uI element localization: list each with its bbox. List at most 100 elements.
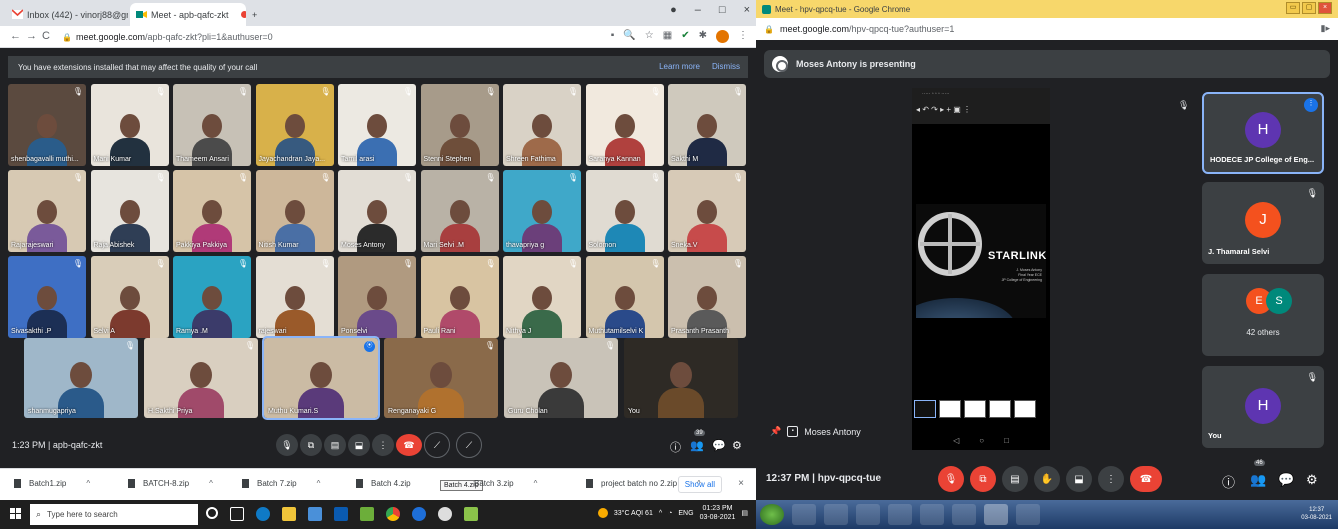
chrome-active-icon[interactable] [984, 504, 1008, 525]
participant-tile[interactable]: 🎙 Rajarajeswari [8, 170, 86, 252]
download-item[interactable]: Batch1.zip ^ [14, 479, 90, 488]
participant-tile[interactable]: 🎙 Nitish Kumar [255, 170, 334, 252]
task-view-icon[interactable] [230, 507, 244, 521]
ie-icon[interactable] [792, 504, 816, 525]
mic-button[interactable]: 🎙 [276, 434, 298, 456]
slide-thumbnail[interactable] [939, 400, 961, 418]
url-field[interactable]: 🔒 meet.google.com /apb-qafc-zkt?pli=1&au… [62, 29, 622, 45]
profile-avatar[interactable] [716, 30, 729, 43]
participant-tile[interactable]: 🎙 thavapriya g [503, 170, 581, 252]
captions-button[interactable]: ▤ [1002, 466, 1028, 492]
participant-tile[interactable]: 🎙 Raja Abishek [90, 170, 169, 252]
store-icon[interactable] [308, 507, 322, 521]
wifi-icon[interactable]: ◔ [668, 510, 672, 517]
participant-tile[interactable]: ⋮ H HODECE JP College of Eng... [1202, 92, 1324, 174]
windows-start-icon[interactable] [10, 508, 22, 520]
participant-tile[interactable]: 🎙 Solomon [585, 170, 664, 252]
participant-tile[interactable]: 🎙 shanmugapriya [24, 338, 138, 418]
participant-tile[interactable]: 🎙 Muthutamilselvi K [585, 256, 664, 338]
tab-meet[interactable]: Meet - apb-qafc-zkt × [130, 3, 246, 26]
recents-square-icon[interactable]: □ [1004, 436, 1009, 445]
download-item[interactable]: BATCH-8.zip ^ [128, 479, 213, 488]
more-options-icon[interactable]: ⋮ [1304, 98, 1318, 112]
settings-gear-icon[interactable] [438, 507, 452, 521]
camera-icon[interactable]: ▪ [611, 30, 615, 43]
self-tile[interactable]: 🎙 H You [1202, 366, 1324, 448]
camera-off-button[interactable]: ⧉ [970, 466, 996, 492]
camera-icon[interactable]: ▮▸ [1321, 23, 1330, 34]
participant-tile[interactable]: 🎙 Stenni Stephen [420, 84, 499, 166]
taskbar-search[interactable]: ⌕ Type here to search [30, 504, 198, 525]
raise-hand-button[interactable]: ✋ [1034, 466, 1060, 492]
activities-icon[interactable]: ⚙ [732, 439, 742, 452]
present-button[interactable]: ⬓ [348, 434, 370, 456]
chat-icon[interactable]: 💬 [712, 439, 726, 452]
extension-button-1[interactable]: ⟋ [424, 432, 450, 458]
edge-icon[interactable] [256, 507, 270, 521]
show-all-button[interactable]: Show all [677, 476, 722, 493]
firefox-icon[interactable] [824, 504, 848, 525]
slide-thumbnail[interactable] [1014, 400, 1036, 418]
back-button[interactable]: ← [10, 30, 21, 42]
maximize-button[interactable]: □ [719, 4, 726, 16]
maximize-button[interactable]: ▢ [1302, 2, 1316, 14]
chrome-icon[interactable] [386, 507, 400, 521]
people-icon[interactable]: 👥 [1250, 472, 1266, 488]
info-icon[interactable]: ⓘ [670, 439, 681, 455]
camera-button[interactable]: ⧉ [300, 434, 322, 456]
participant-tile[interactable]: 🎙 Ponselvi [338, 256, 416, 338]
tool-icon[interactable] [1016, 504, 1040, 525]
close-icon[interactable]: × [738, 478, 744, 489]
participant-tile[interactable]: 🎙 Tamil arasi [338, 84, 416, 166]
document-icon[interactable] [952, 504, 976, 525]
windows-start-icon[interactable] [760, 504, 784, 525]
people-icon[interactable]: 👥 [690, 439, 704, 452]
slide-thumbnail[interactable] [914, 400, 936, 418]
info-icon[interactable]: ⓘ [1222, 472, 1235, 491]
clock[interactable]: 01:23 PM 03-08-2021 [700, 504, 736, 522]
close-window-button[interactable]: × [1318, 2, 1332, 14]
tab-gmail[interactable]: Inbox (442) - vinorj88@gmail.co × [6, 3, 128, 26]
extension-button-2[interactable]: ⟋ [456, 432, 482, 458]
grid-extension-icon[interactable]: ▦ [663, 30, 672, 43]
captions-button[interactable]: ▤ [324, 434, 346, 456]
chevron-up-icon[interactable]: ^ [209, 479, 213, 488]
participant-tile[interactable]: 🎙 Sivasakthi .P [8, 256, 86, 338]
back-triangle-icon[interactable]: ◁ [953, 436, 959, 445]
learn-more-link[interactable]: Learn more [659, 62, 700, 71]
language-indicator[interactable]: ENG [678, 510, 693, 517]
end-call-button[interactable]: ☎ [396, 434, 422, 456]
participant-tile[interactable]: 🎙 Sneka.V [668, 170, 746, 252]
participant-tile[interactable]: 🎙 Sakthi M [668, 84, 746, 166]
system-tray-clock[interactable]: 12:37 03-08-2021 [1301, 506, 1332, 522]
slide-thumbnail[interactable] [989, 400, 1011, 418]
puzzle-icon[interactable]: ✱ [699, 30, 707, 43]
download-item[interactable]: Batch 4.zip [356, 479, 411, 488]
download-item[interactable]: Batch 3.zip ^ [474, 479, 537, 488]
minimize-button[interactable]: ▭ [1286, 2, 1300, 14]
participant-tile[interactable]: 🎙 Pakkiya Pakkiya [173, 170, 251, 252]
minimize-button[interactable]: – [695, 4, 701, 16]
participant-tile[interactable]: 🎙 J J. Thamaral Selvi [1202, 182, 1324, 264]
mail-icon[interactable] [334, 507, 348, 521]
participant-tile[interactable]: 🎙 Thameem Ansari [173, 84, 251, 166]
home-circle-icon[interactable]: ○ [979, 436, 984, 445]
media-player-icon[interactable] [888, 504, 912, 525]
mic-off-button[interactable]: 🎙 [938, 466, 964, 492]
chat-icon[interactable]: 💬 [1278, 472, 1294, 488]
participant-tile[interactable]: 🎙 Selvi A [90, 256, 169, 338]
activities-icon[interactable]: ⚙ [1306, 472, 1318, 488]
participant-tile[interactable]: 🎙 H.Sakthi Priya [144, 338, 258, 418]
check-extension-icon[interactable]: ✔ [681, 30, 689, 43]
more-options-button[interactable]: ⋮ [372, 434, 394, 456]
participant-tile[interactable]: 🎙 Prasanth Prasanth [668, 256, 746, 338]
menu-icon[interactable]: ⋮ [738, 30, 748, 43]
chevron-up-icon[interactable]: ^ [86, 479, 90, 488]
close-window-button[interactable]: × [744, 4, 750, 16]
tray-caret[interactable]: ^ [659, 510, 662, 517]
file-explorer-icon[interactable] [282, 507, 296, 521]
account-dot-icon[interactable]: ● [670, 4, 677, 16]
slide-thumbnail[interactable] [964, 400, 986, 418]
download-item[interactable]: Batch 7.zip ^ [242, 479, 320, 488]
participant-tile[interactable]: 🎙 Mani Kumar [90, 84, 169, 166]
